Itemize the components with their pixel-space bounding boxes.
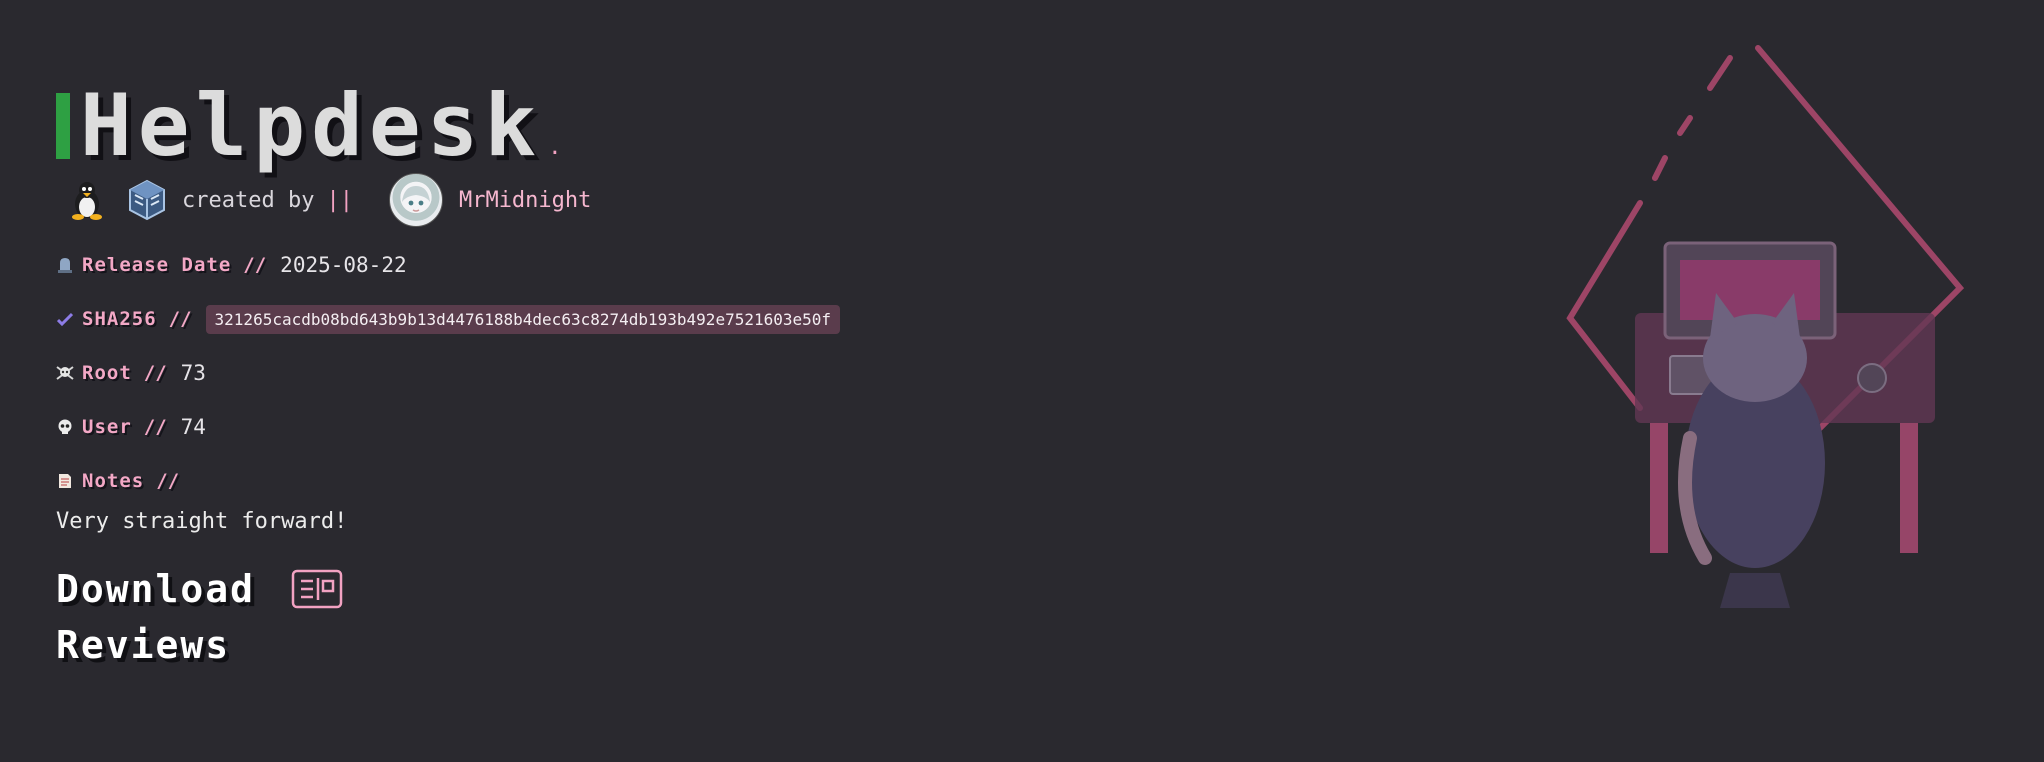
title-dot: .: [548, 135, 562, 160]
notes-row: Notes //: [56, 454, 1156, 508]
skull-crossbones-icon: [56, 364, 74, 382]
created-by-label: created by: [182, 187, 315, 213]
author-link[interactable]: MrMidnight: [459, 188, 591, 213]
user-label: User: [82, 416, 132, 438]
root-row: Root // 73: [56, 346, 1156, 400]
machine-info-panel: Helpdesk . created by || MrMidnight Rele…: [56, 76, 1156, 674]
notes-label: Notes: [82, 470, 145, 492]
sha256-row: SHA256 // 321265cacdb08bd643b9b13d447618…: [56, 292, 1156, 346]
release-date-row: Release Date // 2025-08-22: [56, 238, 1156, 292]
sha256-label: SHA256: [82, 308, 157, 330]
reviews-link[interactable]: Reviews: [56, 623, 230, 667]
root-label: Root: [82, 362, 132, 384]
author-avatar[interactable]: [388, 173, 443, 227]
skull-icon: [56, 418, 74, 436]
user-value: 74: [180, 415, 206, 439]
title-row: Helpdesk .: [56, 76, 1156, 176]
root-slashes: //: [143, 362, 167, 384]
download-card-icon[interactable]: [291, 569, 343, 609]
release-date-slashes: //: [243, 254, 267, 276]
linux-penguin-icon: [66, 179, 108, 221]
download-link[interactable]: Download: [56, 567, 255, 611]
note-icon: [56, 472, 74, 490]
download-row: Download: [56, 562, 1156, 616]
root-value: 73: [180, 361, 206, 385]
notes-text: Very straight forward!: [56, 509, 348, 534]
checkmark-icon: [56, 310, 74, 328]
user-slashes: //: [143, 416, 167, 438]
release-date-value: 2025-08-22: [280, 253, 407, 277]
cat-at-desk-illustration: [1566, 45, 1965, 608]
release-date-label: Release Date: [82, 254, 232, 276]
virtualbox-icon: [126, 179, 168, 221]
creator-row: created by || MrMidnight: [56, 172, 1156, 228]
user-row: User // 74: [56, 400, 1156, 454]
creator-separator: ||: [326, 187, 353, 213]
page-title: Helpdesk: [80, 76, 543, 176]
sha256-slashes: //: [168, 308, 192, 330]
reviews-row: Reviews: [56, 616, 1156, 674]
machine-details: Release Date // 2025-08-22 SHA256 // 321…: [56, 238, 1156, 540]
sha256-hash-value[interactable]: 321265cacdb08bd643b9b13d4476188b4dec63c8…: [205, 304, 841, 334]
title-accent-bar: [56, 93, 70, 159]
notes-slashes: //: [156, 470, 180, 492]
tombstone-icon: [56, 256, 74, 274]
